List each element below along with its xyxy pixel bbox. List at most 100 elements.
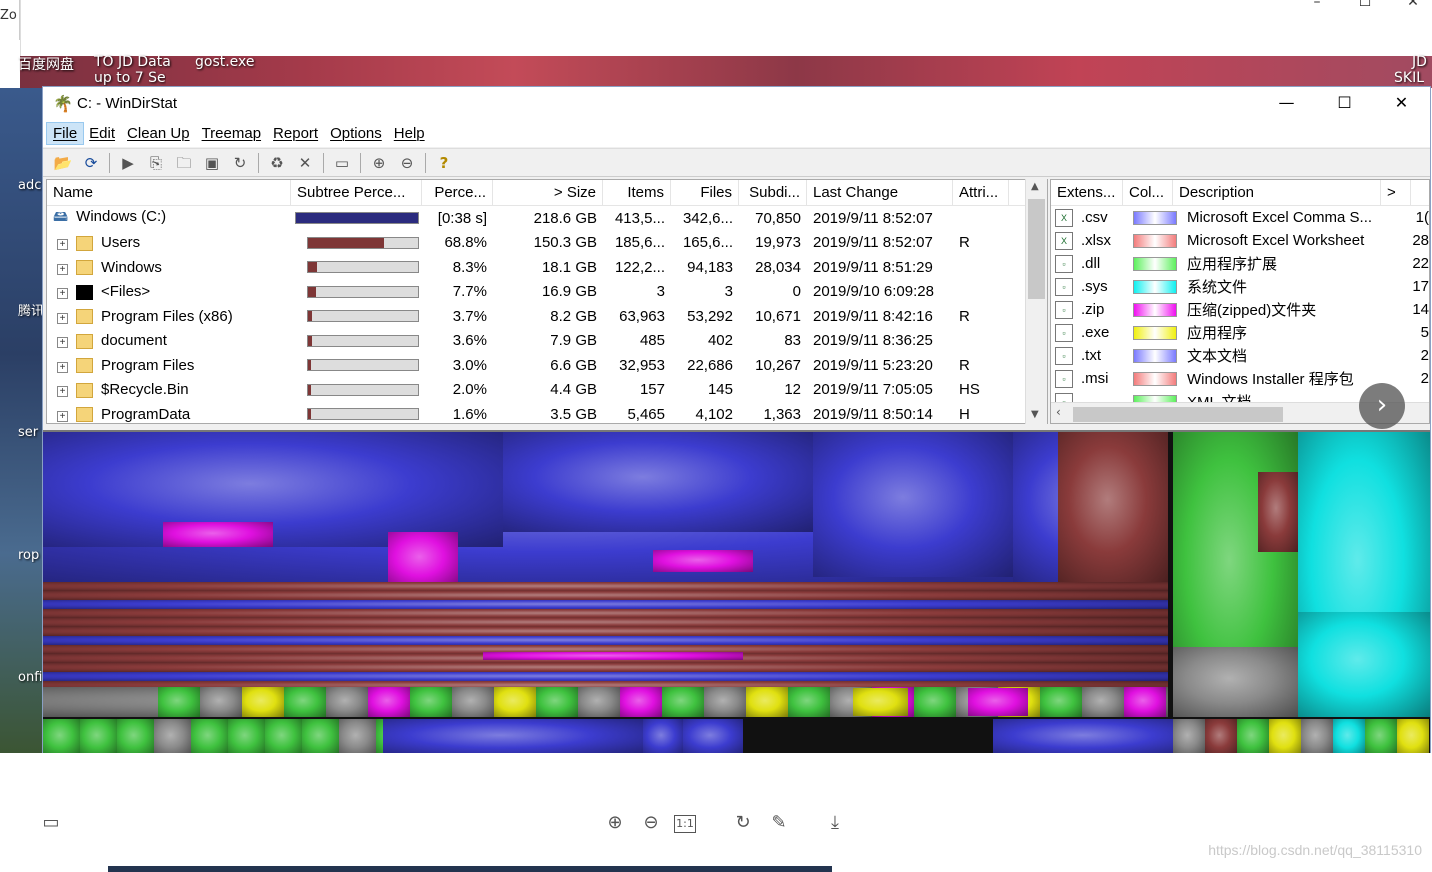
open-icon[interactable]: 📂: [51, 152, 75, 174]
desktop-icon-label[interactable]: SKIL: [1394, 70, 1424, 86]
close-button[interactable]: ✕: [1373, 87, 1430, 120]
treemap-block[interactable]: [536, 687, 578, 717]
help-icon[interactable]: ?: [432, 152, 456, 174]
list-item[interactable]: ▫ .exe 应用程序 5: [1051, 321, 1429, 344]
table-row[interactable]: + document 3.6% 7.9 GB 485 402 83 2019/9/11 8:3…: [47, 329, 1047, 354]
scroll-thumb[interactable]: [1028, 199, 1045, 299]
treemap-block[interactable]: [43, 636, 1168, 645]
treemap-block[interactable]: [1124, 687, 1166, 717]
treemap-block[interactable]: [383, 719, 643, 754]
desktop-icon-label[interactable]: 百度网盘: [18, 54, 74, 74]
list-item[interactable]: ▫ .dll 应用程序扩展 22: [1051, 252, 1429, 275]
expand-icon[interactable]: +: [57, 312, 68, 324]
zoom-out-icon[interactable]: ⊖: [638, 811, 664, 837]
list-item[interactable]: X .xlsx Microsoft Excel Worksheet 28: [1051, 229, 1429, 252]
treemap-block[interactable]: [1173, 647, 1298, 717]
treemap-block[interactable]: [158, 687, 200, 717]
delete-icon[interactable]: ✕: [293, 152, 317, 174]
menu-help[interactable]: Help: [388, 123, 431, 144]
desktop-icon-label[interactable]: JD: [1412, 54, 1427, 70]
column-header[interactable]: Description: [1173, 180, 1381, 206]
scroll-up-icon[interactable]: ▲: [1031, 181, 1039, 192]
scroll-down-icon[interactable]: ▼: [1031, 409, 1039, 420]
desktop-icon-label[interactable]: 腾讯: [18, 300, 44, 319]
treemap-block[interactable]: [503, 432, 813, 532]
column-header[interactable]: Perce...: [422, 180, 493, 206]
treemap-block[interactable]: [1333, 719, 1365, 754]
treemap-block[interactable]: [1298, 612, 1430, 717]
treemap-block[interactable]: [483, 652, 743, 660]
list-item[interactable]: ▫ .txt 文本文档 2: [1051, 344, 1429, 367]
explorer-icon[interactable]: 🗀: [172, 152, 196, 174]
treemap-block[interactable]: [746, 687, 788, 717]
expand-icon[interactable]: +: [57, 337, 68, 349]
column-header[interactable]: Files: [671, 180, 739, 206]
treemap-block[interactable]: [339, 719, 376, 754]
treemap-block[interactable]: [494, 687, 536, 717]
treemap-block[interactable]: [1269, 719, 1301, 754]
viewer-maximize-button[interactable]: ☐: [1356, 0, 1374, 14]
column-header[interactable]: > Size: [493, 180, 603, 206]
treemap-block[interactable]: [410, 687, 452, 717]
desktop-icon-label[interactable]: adc: [18, 178, 44, 193]
refresh-icon[interactable]: ⟳: [79, 152, 103, 174]
copy-icon[interactable]: ⎘: [144, 152, 168, 174]
zoom-in-icon[interactable]: ⊕: [367, 152, 391, 174]
treemap-block[interactable]: [653, 550, 753, 572]
treemap-block[interactable]: [578, 687, 620, 717]
table-row[interactable]: + Windows 8.3% 18.1 GB 122,2... 94,183 28,034 2…: [47, 255, 1047, 280]
list-item[interactable]: X .csv Microsoft Excel Comma S... 1(: [1051, 206, 1429, 229]
table-row[interactable]: + <Files> 7.7% 16.9 GB 3 3 0 2019/9/10 6:09:28: [47, 280, 1047, 305]
treemap-block[interactable]: [1237, 719, 1269, 754]
treemap-block[interactable]: [163, 522, 273, 547]
treemap-block[interactable]: [388, 532, 458, 587]
refresh-selected-icon[interactable]: ↻: [228, 152, 252, 174]
treemap-block[interactable]: [326, 687, 368, 717]
maximize-button[interactable]: ☐: [1316, 87, 1373, 120]
directory-scrollbar[interactable]: ▲ ▼: [1025, 179, 1047, 424]
treemap-block[interactable]: [43, 663, 1168, 672]
zoom-out-icon[interactable]: ⊖: [395, 152, 419, 174]
properties-icon[interactable]: ▭: [330, 152, 354, 174]
desktop-icon-label[interactable]: TO JD Data: [94, 54, 171, 70]
treemap-block[interactable]: [43, 627, 1168, 636]
menu-clean-up[interactable]: Clean Up: [121, 123, 196, 144]
treemap-block[interactable]: [368, 687, 410, 717]
thumbnails-icon[interactable]: ▭: [38, 811, 64, 837]
rotate-icon[interactable]: ↻: [730, 811, 756, 837]
viewer-close-button[interactable]: ✕: [1404, 0, 1422, 14]
column-header[interactable]: Extens...: [1051, 180, 1123, 206]
treemap-block[interactable]: [788, 687, 830, 717]
desktop-icon-label[interactable]: gost.exe: [195, 54, 255, 70]
column-header[interactable]: Attri...: [953, 180, 1009, 206]
table-row[interactable]: 🖴 Windows (C:) [0:38 s] 218.6 GB 413,5... 342…: [47, 206, 1047, 231]
treemap-block[interactable]: [43, 672, 1168, 681]
treemap-block[interactable]: [1397, 719, 1429, 754]
treemap-block[interactable]: [620, 687, 662, 717]
treemap-block[interactable]: [1058, 432, 1168, 582]
treemap[interactable]: [43, 430, 1430, 754]
treemap-block[interactable]: [452, 687, 494, 717]
treemap-block[interactable]: [1258, 472, 1298, 552]
treemap-block[interactable]: [43, 618, 1168, 627]
treemap-block[interactable]: [43, 609, 1168, 618]
treemap-block[interactable]: [43, 432, 503, 547]
column-header[interactable]: Subtree Perce...: [291, 180, 422, 206]
treemap-block[interactable]: [43, 719, 80, 754]
scroll-thumb[interactable]: [1073, 407, 1283, 422]
list-item[interactable]: ▫ .zip 压缩(zipped)文件夹 14: [1051, 298, 1429, 321]
treemap-block[interactable]: [154, 719, 191, 754]
menu-report[interactable]: Report: [267, 123, 324, 144]
treemap-block[interactable]: [191, 719, 228, 754]
treemap-block[interactable]: [1082, 687, 1124, 717]
treemap-block[interactable]: [1365, 719, 1397, 754]
recycle-icon[interactable]: ♻: [265, 152, 289, 174]
treemap-block[interactable]: [1173, 719, 1205, 754]
desktop-icon-label[interactable]: onfi: [18, 670, 44, 685]
treemap-block[interactable]: [43, 582, 1168, 591]
download-icon[interactable]: ⤓: [822, 811, 848, 837]
column-header[interactable]: >: [1381, 180, 1411, 206]
column-header[interactable]: Last Change: [807, 180, 953, 206]
actual-size-icon[interactable]: 1:1: [674, 815, 696, 833]
treemap-block[interactable]: [43, 600, 1168, 609]
